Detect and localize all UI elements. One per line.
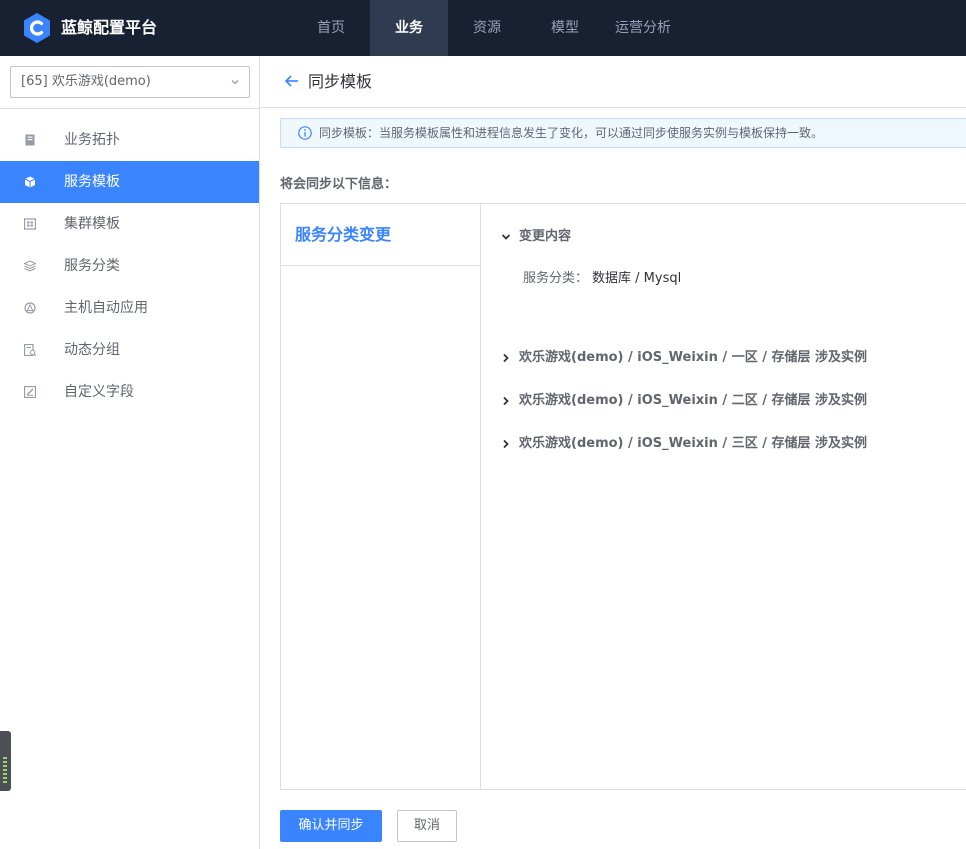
category-change-value: 数据库 / Mysql <box>592 271 682 286</box>
change-content-title: 变更内容 <box>519 229 572 244</box>
top-bar: 蓝鲸配置平台 首页 业务 资源 模型 运营分析 <box>0 0 966 56</box>
page-header: 同步模板 <box>260 56 966 108</box>
main-content: 同步模板 同步模板：当服务模板属性和进程信息发生了变化，可以通过同步使服务实例与… <box>260 56 966 849</box>
sidebar-item-label: 业务拓扑 <box>64 132 120 148</box>
dynamic-group-icon <box>24 344 36 356</box>
sidebar-menu: 业务拓扑 服务模板 集群模板 服务分类 主机自动应用 动态分组 自定义字段 <box>0 119 259 413</box>
info-alert: 同步模板：当服务模板属性和进程信息发生了变化，可以通过同步使服务实例与模板保持一… <box>280 118 966 148</box>
confirm-sync-button[interactable]: 确认并同步 <box>280 810 382 842</box>
change-content-toggle[interactable]: 变更内容 <box>501 227 571 247</box>
custom-field-icon <box>24 386 36 398</box>
sidebar-item-custom-field[interactable]: 自定义字段 <box>0 371 259 413</box>
nav-resource[interactable]: 资源 <box>448 0 526 56</box>
app-logo-icon[interactable] <box>22 12 52 44</box>
cancel-button[interactable]: 取消 <box>397 810 457 842</box>
tab-service-category-change[interactable]: 服务分类变更 <box>281 204 480 266</box>
chevron-down-icon <box>501 234 511 240</box>
nav-model[interactable]: 模型 <box>526 0 604 56</box>
instance-group-label: 欢乐游戏(demo) / iOS_Weixin / 三区 / 存储层 涉及实例 <box>519 436 868 451</box>
sidebar-item-label: 服务分类 <box>64 258 120 274</box>
sidebar-item-label: 服务模板 <box>64 174 120 190</box>
instance-group-label: 欢乐游戏(demo) / iOS_Weixin / 一区 / 存储层 涉及实例 <box>519 350 868 365</box>
nav-business[interactable]: 业务 <box>370 0 448 56</box>
topology-icon <box>25 134 35 146</box>
info-icon <box>298 126 312 140</box>
instance-group-toggle[interactable]: 欢乐游戏(demo) / iOS_Weixin / 三区 / 存储层 涉及实例 <box>501 434 867 454</box>
sidebar-item-service-template[interactable]: 服务模板 <box>0 161 259 203</box>
auto-apply-icon <box>24 302 36 314</box>
instance-group-toggle[interactable]: 欢乐游戏(demo) / iOS_Weixin / 二区 / 存储层 涉及实例 <box>501 391 867 411</box>
sidebar: [65] 欢乐游戏(demo) 业务拓扑 服务模板 集群模板 服务分类 主机自动… <box>0 56 260 849</box>
cluster-icon <box>24 218 36 230</box>
back-arrow-icon[interactable] <box>284 73 300 89</box>
instance-group-toggle[interactable]: 欢乐游戏(demo) / iOS_Weixin / 一区 / 存储层 涉及实例 <box>501 348 867 368</box>
sidebar-item-dynamic-group[interactable]: 动态分组 <box>0 329 259 371</box>
page-title: 同步模板 <box>308 72 373 91</box>
chevron-right-icon <box>503 439 509 449</box>
business-select-value: [65] 欢乐游戏(demo) <box>21 74 151 89</box>
sidebar-item-label: 主机自动应用 <box>64 300 148 316</box>
chevron-right-icon <box>503 353 509 363</box>
sidebar-item-service-category[interactable]: 服务分类 <box>0 245 259 287</box>
layers-icon <box>24 260 36 272</box>
sidebar-item-label: 自定义字段 <box>64 384 134 400</box>
cube-icon <box>24 176 36 188</box>
chevron-down-icon <box>231 80 239 85</box>
sidebar-item-cluster-template[interactable]: 集群模板 <box>0 203 259 245</box>
sidebar-divider <box>0 108 259 109</box>
change-type-list: 服务分类变更 <box>281 204 481 789</box>
alert-text: 同步模板：当服务模板属性和进程信息发生了变化，可以通过同步使服务实例与模板保持一… <box>319 126 824 140</box>
sidebar-item-topology[interactable]: 业务拓扑 <box>0 119 259 161</box>
nav-home[interactable]: 首页 <box>292 0 370 56</box>
section-label: 将会同步以下信息： <box>280 177 398 192</box>
category-change-line: 服务分类： 数据库 / Mysql <box>523 267 681 286</box>
chevron-right-icon <box>503 396 509 406</box>
category-change-key: 服务分类： <box>523 271 589 286</box>
instance-group-label: 欢乐游戏(demo) / iOS_Weixin / 二区 / 存储层 涉及实例 <box>519 393 868 408</box>
sidebar-item-label: 集群模板 <box>64 216 120 232</box>
change-detail: 变更内容 服务分类： 数据库 / Mysql 欢乐游戏(demo) / iOS_W… <box>481 204 966 789</box>
sidebar-item-host-auto-apply[interactable]: 主机自动应用 <box>0 287 259 329</box>
nav-analysis[interactable]: 运营分析 <box>604 0 682 56</box>
business-select[interactable]: [65] 欢乐游戏(demo) <box>10 66 250 98</box>
floating-widget-handle[interactable] <box>0 731 11 791</box>
sidebar-item-label: 动态分组 <box>64 342 120 358</box>
app-title: 蓝鲸配置平台 <box>61 18 158 37</box>
top-nav: 首页 业务 资源 模型 运营分析 <box>292 0 682 56</box>
sync-panel: 服务分类变更 变更内容 服务分类： 数据库 / Mysql 欢乐游戏(demo) … <box>280 203 966 790</box>
